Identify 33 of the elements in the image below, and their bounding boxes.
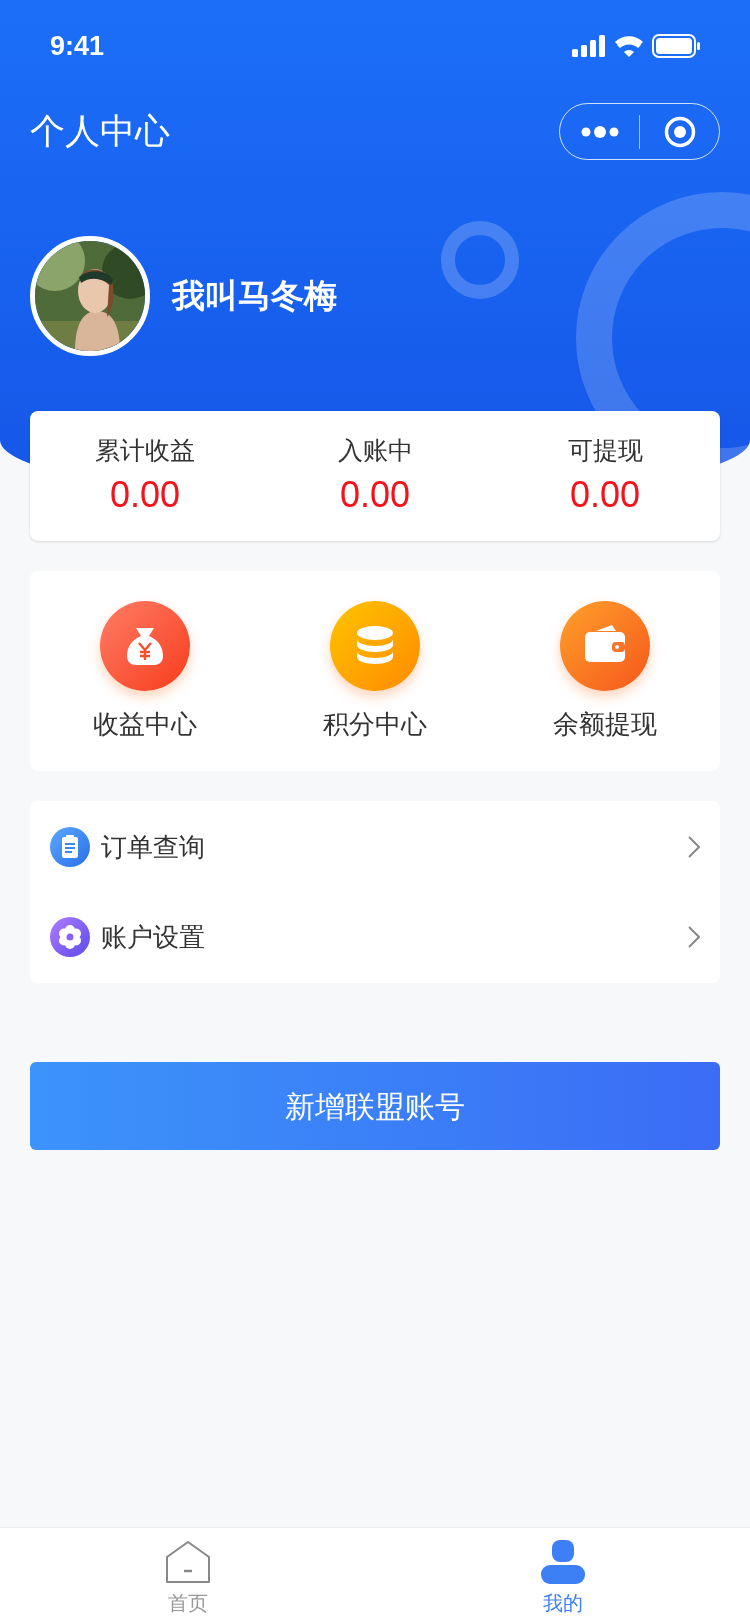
chevron-right-icon bbox=[688, 836, 700, 858]
person-icon[interactable] bbox=[539, 1540, 586, 1584]
wifi-icon bbox=[614, 35, 644, 57]
shortcut-label[interactable]: 收益中心 bbox=[93, 705, 197, 744]
user-name: 我叫马冬梅 bbox=[172, 276, 337, 317]
stat-label: 累计收益 bbox=[95, 435, 195, 466]
shortcut-label[interactable]: 积分中心 bbox=[323, 705, 427, 744]
menu-label: 账户设置 bbox=[101, 920, 206, 954]
menu-item[interactable]: 订单查询 bbox=[30, 802, 720, 892]
stat-label: 可提现 bbox=[567, 435, 643, 466]
clipboard-icon bbox=[50, 827, 90, 867]
menu-item[interactable]: 账户设置 bbox=[30, 892, 720, 982]
money-bag-icon[interactable] bbox=[100, 601, 190, 691]
signal-icon bbox=[572, 35, 606, 57]
status-time: 9:41 bbox=[50, 29, 105, 63]
more-icon[interactable] bbox=[580, 125, 619, 138]
wallet-icon[interactable] bbox=[560, 601, 650, 691]
home-icon[interactable] bbox=[164, 1540, 211, 1584]
coins-icon[interactable] bbox=[330, 601, 420, 691]
gear-icon bbox=[50, 917, 90, 957]
tab[interactable]: 我的 bbox=[375, 1528, 750, 1624]
shortcut-label[interactable]: 余额提现 bbox=[553, 705, 657, 744]
chevron-right-icon bbox=[688, 926, 700, 948]
stat-value: 0.00 bbox=[339, 473, 411, 517]
stat-value: 0.00 bbox=[569, 473, 641, 517]
stat-label: 入账中 bbox=[337, 435, 413, 466]
tab-label[interactable]: 我的 bbox=[542, 1588, 583, 1618]
close-target-icon[interactable] bbox=[663, 115, 696, 148]
stat-value: 0.00 bbox=[109, 473, 181, 517]
page-title: 个人中心 bbox=[30, 110, 170, 153]
battery-icon bbox=[652, 34, 700, 58]
menu-label: 订单查询 bbox=[101, 830, 206, 864]
add-account-button[interactable]: 新增联盟账号 bbox=[30, 1062, 720, 1150]
